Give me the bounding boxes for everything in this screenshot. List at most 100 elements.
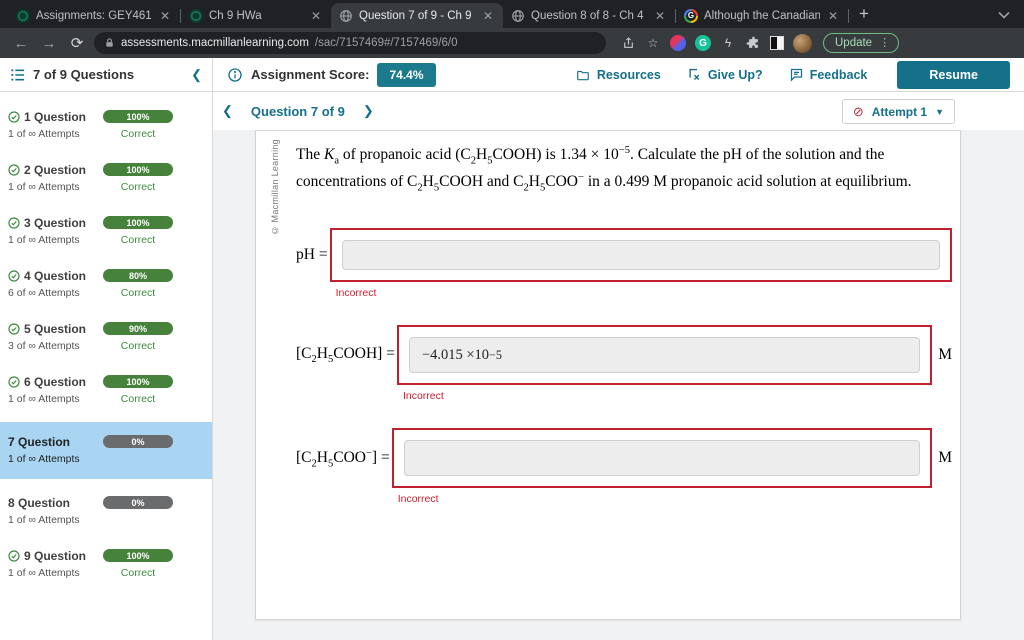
- no-attempt-icon: ⊘: [852, 103, 864, 119]
- grammarly-extension-icon[interactable]: G: [695, 35, 711, 51]
- darkreader-extension-icon[interactable]: [770, 36, 784, 50]
- chevron-down-icon: ▼: [935, 106, 944, 117]
- question-title: 9 Question: [24, 549, 87, 563]
- tab-close-icon[interactable]: ✕: [653, 9, 667, 23]
- correct-check-icon: [8, 323, 20, 335]
- menu-dots-icon: ⋮: [879, 37, 891, 49]
- score-pill: 90%: [103, 322, 173, 335]
- question-attempts: 1 of ∞ Attempts: [8, 453, 80, 465]
- question-title: 6 Question: [24, 375, 87, 389]
- correct-check-icon: [8, 270, 20, 282]
- url-domain: assessments.macmillanlearning.com: [121, 37, 309, 49]
- info-icon[interactable]: [227, 67, 243, 83]
- tab-title: Assignments: GEY4612.004F2: [36, 9, 152, 22]
- resources-button[interactable]: Resources: [575, 68, 661, 82]
- sidebar-item-question-3[interactable]: 3 Question 1 of ∞ Attempts 100% Correct: [0, 210, 212, 252]
- question-area: ❮ Question 7 of 9 ❯ ⊘ Attempt 1 ▼ © Macm…: [213, 92, 1024, 640]
- next-question-icon[interactable]: ❯: [363, 103, 374, 119]
- browser-actions: ☆ G ϟ Update ⋮: [620, 33, 900, 53]
- sidebar-item-question-8[interactable]: 8 Question 1 of ∞ Attempts 0%: [0, 490, 212, 532]
- header-actions: Resources Give Up? Feedback Resume: [575, 60, 1010, 89]
- question-attempts: 1 of ∞ Attempts: [8, 567, 80, 579]
- question-nav-bar: ❮ Question 7 of 9 ❯ ⊘ Attempt 1 ▼: [213, 92, 1024, 130]
- give-up-button[interactable]: Give Up?: [687, 67, 763, 82]
- profile-avatar[interactable]: [793, 33, 812, 53]
- assignment-score-label: Assignment Score:: [251, 67, 370, 82]
- correct-check-icon: [8, 111, 20, 123]
- previous-question-icon[interactable]: ❮: [222, 103, 233, 119]
- molarity-unit-label: M: [938, 449, 952, 467]
- update-button[interactable]: Update ⋮: [823, 33, 900, 53]
- conjugate-base-input[interactable]: [403, 440, 921, 477]
- ph-label: pH =: [296, 246, 328, 264]
- lightning-extension-icon[interactable]: ϟ: [720, 35, 736, 51]
- sidebar-item-question-1[interactable]: 1 Question 1 of ∞ Attempts 100% Correct: [0, 104, 212, 146]
- tab-ch9-hwa[interactable]: Ch 9 HWa ✕: [181, 3, 331, 28]
- tab-question-7[interactable]: Question 7 of 9 - Ch 9 HWa ✕: [331, 3, 503, 28]
- conjugate-base-answer-row: [C2H5COO−] = Incorrect M: [296, 428, 952, 505]
- give-up-icon: [689, 68, 700, 80]
- tab-search-chevron-icon[interactable]: [998, 10, 1010, 28]
- question-list-icon: [11, 68, 24, 81]
- question-status: Correct: [120, 287, 156, 299]
- tab-close-icon[interactable]: ✕: [158, 9, 172, 23]
- feedback-button[interactable]: Feedback: [789, 67, 868, 82]
- back-icon[interactable]: ←: [10, 35, 32, 52]
- tab-title: Although the Canadian and U.S: [704, 9, 820, 22]
- give-up-label: Give Up?: [707, 67, 763, 82]
- ph-input[interactable]: [341, 240, 940, 271]
- sidebar-item-question-6[interactable]: 6 Question 1 of ∞ Attempts 100% Correct: [0, 369, 212, 411]
- correct-check-icon: [8, 164, 20, 176]
- question-panel: © Macmillan Learning The Ka of propanoic…: [255, 130, 961, 620]
- acid-concentration-label: [C2H5COOH] =: [296, 345, 395, 366]
- tab-close-icon[interactable]: ✕: [309, 9, 323, 23]
- bookmark-star-icon[interactable]: ☆: [645, 35, 661, 51]
- forward-icon[interactable]: →: [38, 35, 60, 52]
- assignment-header: 7 of 9 Questions ❮ Assignment Score: 74.…: [0, 58, 1024, 92]
- resources-label: Resources: [596, 67, 661, 82]
- conjugate-base-label: [C2H5COO−] =: [296, 447, 390, 469]
- new-tab-button[interactable]: +: [849, 4, 879, 28]
- lock-icon: [106, 38, 113, 47]
- tab-title: Question 7 of 9 - Ch 9 HWa: [359, 9, 475, 22]
- sidebar-item-question-4[interactable]: 4 Question 6 of ∞ Attempts 80% Correct: [0, 263, 212, 305]
- address-bar[interactable]: assessments.macmillanlearning.com /sac/7…: [94, 32, 606, 54]
- tab-google-search[interactable]: Although the Canadian and U.S ✕: [676, 3, 848, 28]
- tab-title: Question 8 of 8 - Ch 4 HW: [531, 9, 647, 22]
- question-stage: © Macmillan Learning The Ka of propanoic…: [213, 130, 1024, 640]
- reload-icon[interactable]: ⟳: [66, 34, 88, 52]
- adblock-extension-icon[interactable]: [670, 35, 686, 51]
- page-body: 1 Question 1 of ∞ Attempts 100% Correct …: [0, 92, 1024, 640]
- question-attempts: 1 of ∞ Attempts: [8, 393, 80, 405]
- browser-nav-bar: ← → ⟳ assessments.macmillanlearning.com …: [0, 28, 1024, 58]
- browser-window: Assignments: GEY4612.004F2 ✕ Ch 9 HWa ✕ …: [0, 0, 1024, 640]
- tab-title: Ch 9 HWa: [209, 9, 262, 22]
- macmillan-favicon-icon: [189, 8, 203, 23]
- share-icon[interactable]: [620, 35, 636, 51]
- tab-close-icon[interactable]: ✕: [826, 9, 840, 23]
- tab-assignments[interactable]: Assignments: GEY4612.004F2 ✕: [8, 3, 180, 28]
- sidebar-item-question-9[interactable]: 9 Question 1 of ∞ Attempts 100% Correct: [0, 543, 212, 585]
- tab-question-8[interactable]: Question 8 of 8 - Ch 4 HW ✕: [503, 3, 675, 28]
- feedback-label: Feedback: [809, 67, 868, 82]
- acid-concentration-input[interactable]: −4.015 ×10 −5: [408, 337, 921, 374]
- sidebar-item-question-5[interactable]: 5 Question 3 of ∞ Attempts 90% Correct: [0, 316, 212, 358]
- score-pill: 100%: [103, 549, 173, 562]
- question-attempts: 1 of ∞ Attempts: [8, 128, 80, 140]
- resume-button[interactable]: Resume: [897, 60, 1010, 89]
- question-title: 5 Question: [24, 322, 87, 336]
- answer-section: pH = Incorrect [C2H5COOH] = −4.015 ×10 −…: [296, 228, 952, 505]
- correct-check-icon: [8, 217, 20, 229]
- score-pill: 100%: [103, 110, 173, 123]
- sidebar-item-question-7-active[interactable]: 7 Question 1 of ∞ Attempts 0%: [0, 422, 212, 479]
- tab-close-icon[interactable]: ✕: [481, 9, 495, 23]
- question-title: 8 Question: [8, 496, 71, 510]
- questions-count-label: 7 of 9 Questions: [33, 67, 135, 82]
- incorrect-label: Incorrect: [402, 390, 444, 403]
- question-title: 2 Question: [24, 163, 87, 177]
- collapse-sidebar-icon[interactable]: ❮: [191, 67, 202, 83]
- ph-answer-row: pH = Incorrect: [296, 228, 952, 299]
- extensions-puzzle-icon[interactable]: [745, 35, 761, 51]
- attempt-dropdown[interactable]: ⊘ Attempt 1 ▼: [841, 99, 955, 124]
- sidebar-item-question-2[interactable]: 2 Question 1 of ∞ Attempts 100% Correct: [0, 157, 212, 199]
